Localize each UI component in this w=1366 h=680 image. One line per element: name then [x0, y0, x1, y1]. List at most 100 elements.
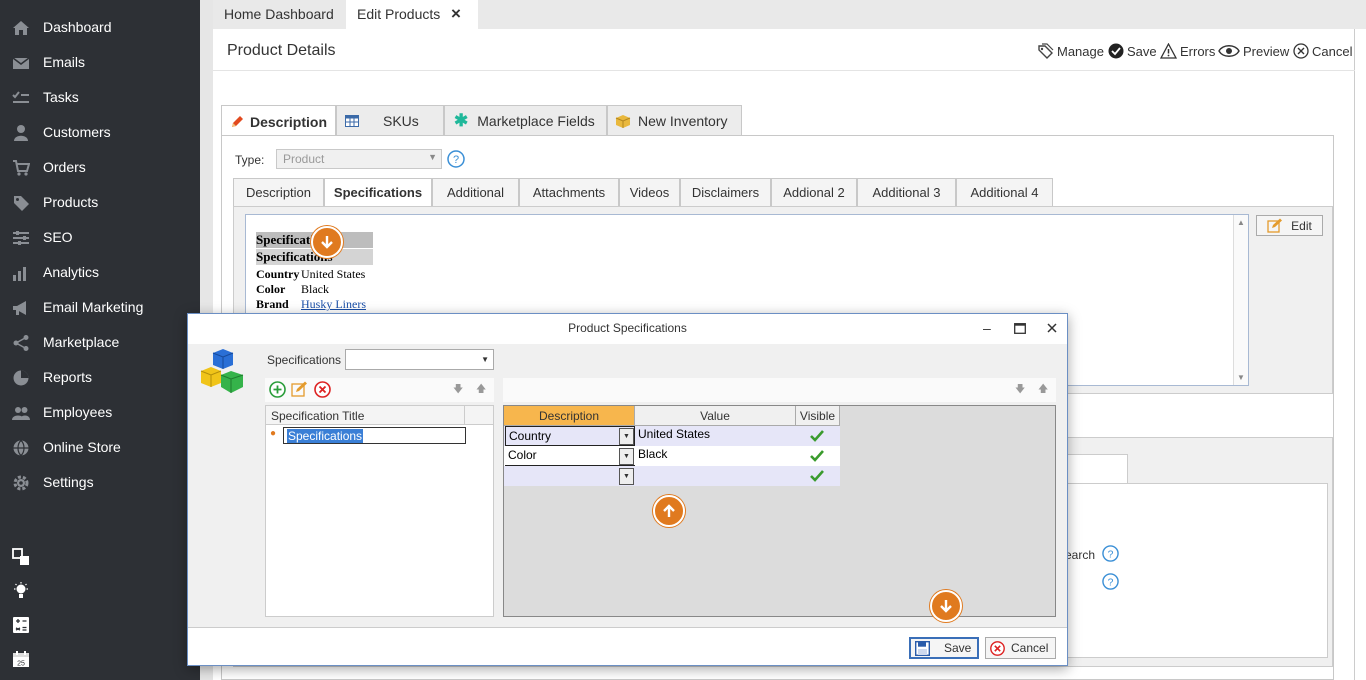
column-header-specification-title[interactable]: Specification Title — [266, 406, 465, 425]
tab-marketplace-fields[interactable]: ✱ Marketplace Fields — [444, 105, 607, 136]
add-icon[interactable] — [269, 381, 286, 398]
tab-label: Attachments — [532, 185, 606, 200]
help-icon[interactable]: ? — [1102, 545, 1119, 562]
tab-inner-addional-2[interactable]: Addional 2 — [771, 178, 857, 206]
save-toolbar-button[interactable]: Save — [1108, 42, 1157, 60]
specification-title-input[interactable]: Specifications — [283, 427, 466, 444]
cancel-toolbar-button[interactable]: Cancel — [1293, 42, 1352, 60]
layout-icon[interactable] — [12, 548, 30, 566]
warning-icon — [1160, 43, 1177, 59]
sidebar-item-reports[interactable]: Reports — [0, 360, 200, 395]
dialog-body: Specifications ▼ 🡇 🡅 🡇 🡅 Specification T… — [188, 344, 1067, 627]
tab-description[interactable]: Description — [221, 105, 336, 137]
type-select[interactable]: Product ▼ — [276, 149, 442, 169]
specifications-select[interactable]: ▼ — [345, 349, 494, 370]
sidebar-item-orders[interactable]: Orders — [0, 150, 200, 185]
grid-header-value[interactable]: Value — [635, 406, 796, 426]
brand-link[interactable]: Husky Liners — [301, 297, 366, 312]
description-cell[interactable]: Country — [505, 426, 635, 446]
move-down-icon[interactable]: 🡇 — [1015, 382, 1025, 399]
description-dropdown-button[interactable]: ▼ — [619, 448, 634, 465]
header-label: Visible — [799, 408, 836, 423]
sidebar-item-products[interactable]: Products — [0, 185, 200, 220]
editor-scrollbar[interactable]: ▲ ▼ — [1233, 215, 1248, 385]
calendar-icon[interactable]: 25 — [12, 650, 30, 668]
tab-inner-additional-3[interactable]: Additional 3 — [857, 178, 956, 206]
errors-label: Errors — [1180, 43, 1216, 59]
scroll-up-icon[interactable]: ▲ — [1237, 218, 1245, 227]
errors-button[interactable]: Errors — [1160, 42, 1215, 60]
tab-skus[interactable]: SKUs — [336, 105, 444, 136]
sidebar-item-dashboard[interactable]: Dashboard — [0, 10, 200, 45]
sidebar-item-customers[interactable]: Customers — [0, 115, 200, 150]
spec-key: Color — [256, 282, 286, 296]
lightbulb-icon[interactable] — [12, 582, 30, 600]
specification-title-list: Specification Title ● Specifications — [265, 405, 494, 617]
sidebar-item-marketplace[interactable]: Marketplace — [0, 325, 200, 360]
type-label: Type: — [235, 153, 265, 167]
tab-inner-videos[interactable]: Videos — [619, 178, 680, 206]
tab-label: Additional — [446, 185, 505, 200]
manage-button[interactable]: Manage — [1038, 42, 1104, 60]
sidebar-item-online-store[interactable]: Online Store — [0, 430, 200, 465]
close-tab-icon[interactable]: × — [451, 0, 461, 28]
close-icon[interactable] — [1047, 323, 1057, 333]
current-row-indicator-icon: ● — [270, 428, 277, 439]
check-circle-icon — [1108, 43, 1124, 59]
cancel-label: Cancel — [1312, 43, 1353, 59]
description-dropdown-button[interactable]: ▼ — [619, 468, 634, 485]
grid-header-visible[interactable]: Visible — [796, 406, 840, 426]
tab-inner-disclaimers[interactable]: Disclaimers — [680, 178, 771, 206]
checkmark-icon[interactable] — [810, 450, 824, 462]
save-label: Save — [944, 641, 972, 655]
tab-new-inventory[interactable]: New Inventory — [607, 105, 742, 136]
dialog-footer: Save Cancel — [188, 627, 1067, 665]
globe-icon — [13, 440, 29, 457]
value-cell[interactable]: United States — [635, 425, 796, 445]
edit-icon[interactable] — [291, 381, 308, 398]
sidebar-item-email-marketing[interactable]: Email Marketing — [0, 290, 200, 325]
sidebar-item-settings[interactable]: Settings — [0, 465, 200, 500]
move-up-icon[interactable]: 🡅 — [476, 382, 486, 399]
manage-label: Manage — [1057, 43, 1104, 59]
sidebar-item-analytics[interactable]: Analytics — [0, 255, 200, 290]
description-cell[interactable]: Color — [505, 446, 635, 466]
maximize-icon[interactable] — [1014, 323, 1026, 334]
sidebar-item-label: Email Marketing — [43, 299, 144, 315]
preview-button[interactable]: Preview — [1218, 42, 1289, 60]
delete-icon[interactable] — [314, 381, 331, 398]
move-down-icon[interactable]: 🡇 — [453, 382, 463, 399]
dialog-save-button[interactable]: Save — [909, 637, 979, 659]
sidebar-item-seo[interactable]: SEO — [0, 220, 200, 255]
help-icon[interactable]: ? — [447, 150, 465, 168]
tab-inner-additional[interactable]: Additional — [432, 178, 519, 206]
checkmark-icon[interactable] — [810, 430, 824, 442]
tab-inner-specifications[interactable]: Specifications — [324, 178, 432, 206]
sidebar-item-emails[interactable]: Emails — [0, 45, 200, 80]
grid-row[interactable] — [504, 466, 840, 486]
edit-icon — [1267, 218, 1283, 233]
tab-inner-description[interactable]: Description — [233, 178, 324, 206]
checkmark-icon[interactable] — [810, 470, 824, 482]
sidebar-item-tasks[interactable]: Tasks — [0, 80, 200, 115]
sidebar-item-label: Dashboard — [43, 19, 112, 35]
tab-inner-attachments[interactable]: Attachments — [519, 178, 619, 206]
calculator-icon[interactable] — [12, 616, 30, 634]
svg-text:?: ? — [453, 154, 459, 166]
tab-home-dashboard[interactable]: Home Dashboard — [213, 0, 345, 29]
description-dropdown-button[interactable]: ▼ — [619, 428, 634, 445]
scroll-down-icon[interactable]: ▼ — [1237, 373, 1245, 382]
minimize-icon[interactable]: – — [983, 314, 991, 343]
grid-header-description[interactable]: Description — [504, 406, 635, 426]
tab-inner-additional-4[interactable]: Additional 4 — [956, 178, 1053, 206]
help-icon[interactable]: ? — [1102, 573, 1119, 590]
tab-edit-products[interactable]: Edit Products × — [346, 0, 478, 29]
value-cell[interactable]: Black — [635, 445, 796, 465]
sidebar-item-employees[interactable]: Employees — [0, 395, 200, 430]
move-up-icon[interactable]: 🡅 — [1038, 382, 1048, 399]
dialog-cancel-button[interactable]: Cancel — [985, 637, 1056, 659]
save-label: Save — [1127, 43, 1157, 59]
cancel-icon — [990, 640, 1005, 656]
edit-button[interactable]: Edit — [1256, 215, 1323, 236]
sidebar-item-label: Orders — [43, 159, 86, 175]
